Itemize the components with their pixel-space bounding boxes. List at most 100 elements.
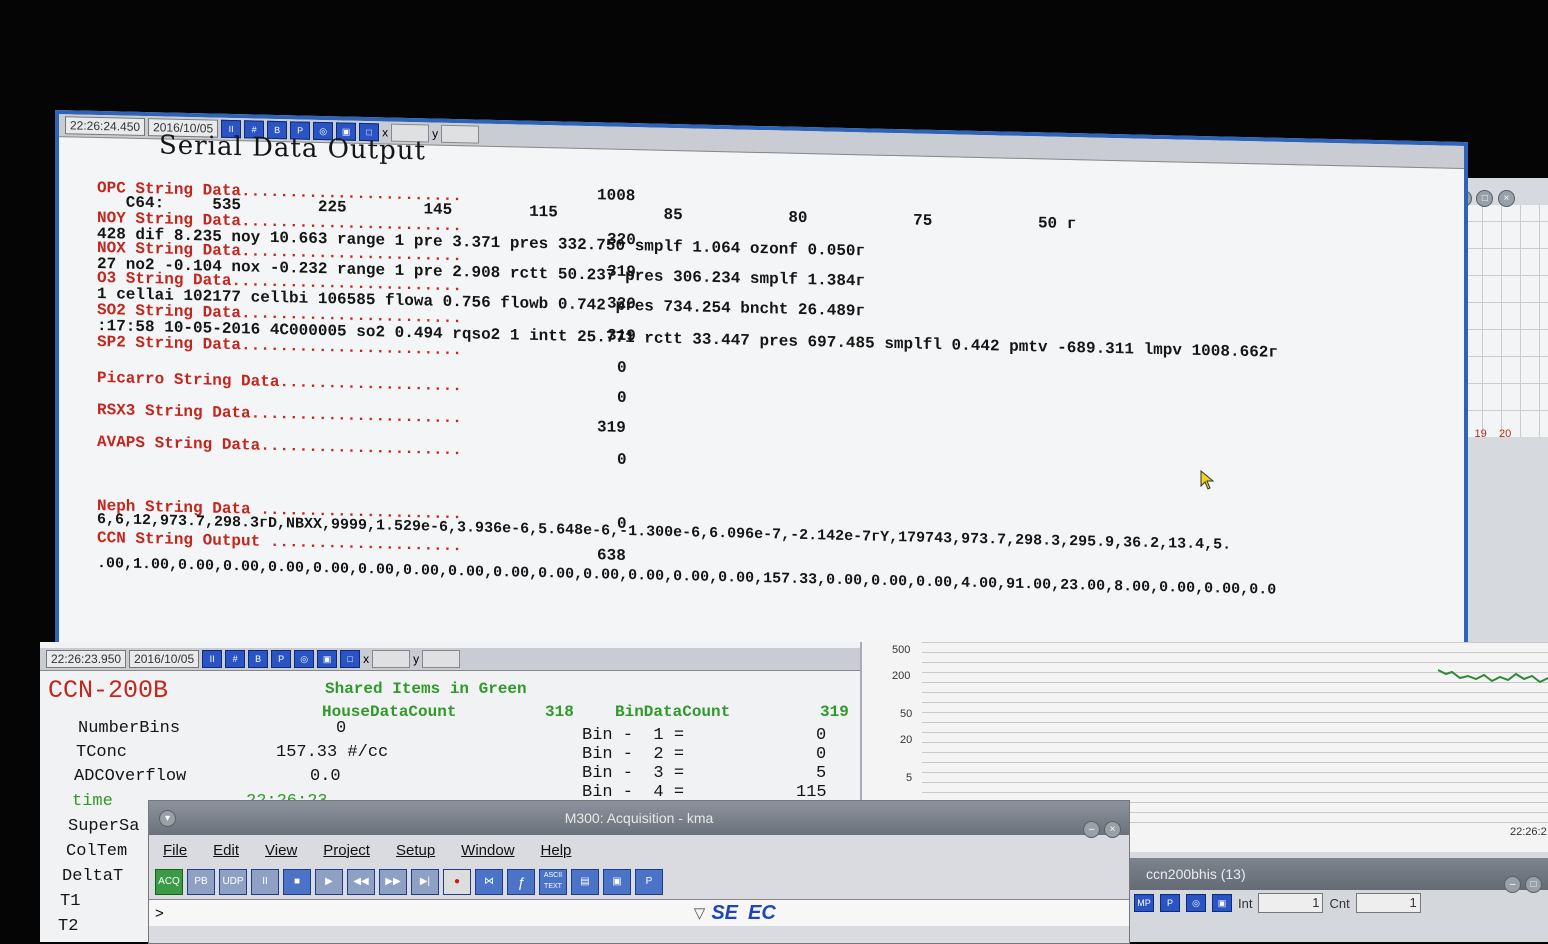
menu-file[interactable]: File [163,842,187,859]
menu-edit[interactable]: Edit [213,842,239,859]
var-label: time [72,792,113,811]
play-icon[interactable]: ▶ [315,869,343,895]
y-label: y [413,652,420,666]
close-icon[interactable]: × [1104,821,1121,838]
menu-project[interactable]: Project [323,842,370,859]
shared-items-note: Shared Items in Green [325,680,527,698]
time-axis-label: 22:26:2 [1510,826,1547,838]
ccn-count: 638 [597,546,626,565]
m300-menubar: File Edit View Project Setup Window Help [149,835,1129,865]
var-label: SuperSa [68,817,140,836]
y-input[interactable] [422,650,461,668]
picarro-count: 0 [617,388,627,407]
menu-help[interactable]: Help [541,842,572,859]
date-display: 2016/10/05 [129,650,200,668]
cnt-input[interactable]: 1 [1355,893,1421,913]
pause-icon[interactable]: II [202,650,223,668]
y-label: y [432,126,439,141]
print-icon[interactable]: P [271,650,292,668]
menu-window[interactable]: Window [461,842,514,859]
tick-label: 19 [1474,428,1487,440]
print-icon[interactable]: P [1160,894,1180,912]
cursor-icon [1200,470,1215,490]
y-input[interactable] [441,124,480,144]
var-value: 0.0 [310,767,341,786]
rsx3-count: 319 [597,418,626,437]
acq-button[interactable]: ACQ [155,869,183,895]
bin-value: 0 [816,726,827,745]
ccn-title: CCN-200B [48,676,169,705]
pause-icon[interactable]: II [251,869,279,895]
time-display: 22:26:23.950 [46,650,127,668]
y-tick-label: 50 [900,708,913,720]
grid-icon[interactable]: # [225,650,246,668]
se-button[interactable]: SE [711,902,738,925]
ascii-text-button[interactable]: ASCII TEXT [539,869,567,895]
function-icon[interactable]: ƒ [507,869,535,895]
stop-icon[interactable]: ■ [283,869,311,895]
minimize-icon[interactable]: – [1083,821,1101,838]
m300-acquisition-window: ▾ M300: Acquisition - kma – × File Edit … [148,800,1130,944]
menu-view[interactable]: View [265,842,297,859]
bin-label: Bin - 1 = [582,726,685,745]
window-icon[interactable]: □ [340,650,361,668]
record-icon[interactable]: ● [443,869,471,895]
var-label: ADCOverflow [74,767,187,786]
y-tick-label: 20 [900,734,913,746]
int-label: Int [1238,895,1253,911]
maximize-icon[interactable]: □ [1476,190,1494,207]
rewind-icon[interactable]: ◀◀ [347,869,375,895]
skip-end-icon[interactable]: ▶| [411,869,439,895]
his-title-text: ccn200bhis (13) [1146,866,1246,882]
var-label: T1 [60,892,81,911]
house-data-count-value: 318 [545,703,574,721]
m300-toolbar: ACQ PB UDP II ■ ▶ ◀◀ ▶▶ ▶| ● ⋈ ƒ ASCII T… [149,865,1129,899]
maximize-icon[interactable]: □ [1525,876,1542,893]
var-label: TConc [76,743,128,762]
udp-button[interactable]: UDP [219,869,247,895]
bin-value: 0 [816,745,827,764]
p-wnd-button[interactable]: P [635,869,663,895]
x-label: x [363,652,370,666]
bin-data-count-label: BinDataCount [615,703,731,721]
var-label: NumberBins [78,719,181,738]
var-value: 157.33 #/cc [276,743,389,762]
color-wheel-icon[interactable]: ◎ [1186,894,1206,912]
menu-setup[interactable]: Setup [396,842,435,859]
page-title: Serial Data Output [159,130,426,167]
save-icon[interactable]: ▣ [1212,894,1232,912]
m300-titlebar: ▾ M300: Acquisition - kma – × [149,801,1129,838]
fast-forward-icon[interactable]: ▶▶ [379,869,407,895]
display-icon[interactable]: ▤ [571,869,599,895]
window-menu-icon[interactable]: ▾ [159,810,176,827]
minimize-icon[interactable]: – [1504,876,1522,893]
avaps-count: 0 [617,450,627,469]
var-value: 0 [336,719,347,738]
var-label: T2 [58,917,79,936]
chart-series-trace [1438,669,1548,684]
int-input[interactable]: 1 [1258,893,1324,913]
rsx3-label: RSX3 String Data...................... [97,400,462,428]
bin-data-count-value: 319 [820,703,849,721]
dropdown-icon[interactable]: ▽ [694,904,706,922]
prompt: > [155,904,164,922]
pb-button[interactable]: PB [187,869,215,895]
x-input[interactable] [372,650,411,668]
var-label: DeltaT [62,867,124,886]
m300-command-line[interactable]: > ▽ SE EC [149,899,1129,926]
close-icon[interactable]: × [1497,190,1515,207]
link-icon[interactable]: ⋈ [475,869,503,895]
m300-title-text: M300: Acquisition - kma [564,810,714,826]
mp-button[interactable]: MP [1134,894,1154,912]
bmp-icon[interactable]: B [248,650,269,668]
tick-label: 20 [1498,428,1512,440]
y-tick-label: 200 [892,670,911,682]
his-titlebar: ccn200bhis (13) – □ [1130,858,1548,893]
save-icon[interactable]: ▣ [317,650,338,668]
ccn200bhis-window: ccn200bhis (13) – □ MP P ◎ ▣ Int 1 Cnt 1 [1130,858,1548,942]
color-wheel-icon[interactable]: ◎ [294,650,315,668]
bin-value: 5 [816,764,827,783]
serial-data-output-window: 22:26:24.450 2016/10/05 II # B P ◎ ▣ □ x… [55,110,1468,681]
ec-button[interactable]: EC [748,902,776,925]
save-icon[interactable]: ▣ [603,869,631,895]
